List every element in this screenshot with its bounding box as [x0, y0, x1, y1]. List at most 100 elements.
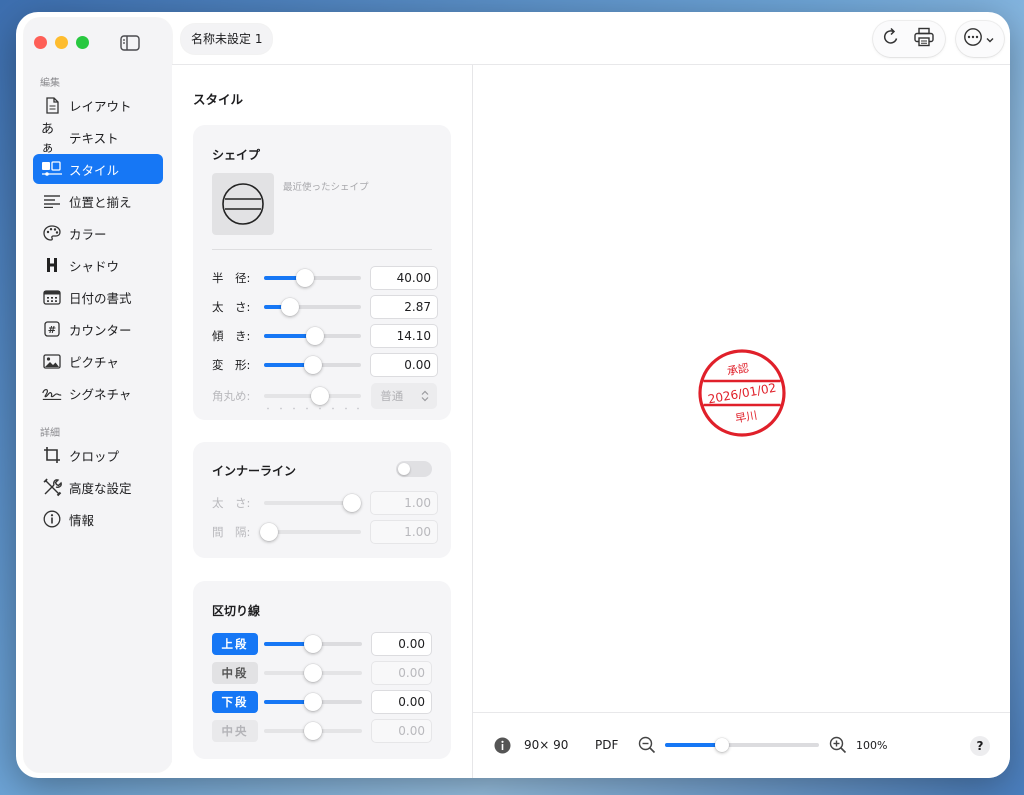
preview-canvas: 承認 2026/01/02 早川 [473, 65, 1010, 713]
sidebar-item-label: ピクチャ [69, 354, 119, 370]
thickness-label: 太 さ: [212, 300, 251, 314]
crop-icon [41, 446, 63, 464]
calendar-icon [41, 288, 63, 306]
innerline-spacing-slider[interactable] [259, 521, 362, 543]
sidebar-item-style[interactable]: スタイル [33, 154, 163, 184]
divider-bottom-slider[interactable] [264, 691, 362, 713]
divider-center-slider[interactable] [264, 720, 362, 742]
sidebar-item-label: クロップ [69, 448, 120, 464]
thickness-slider[interactable] [263, 296, 362, 318]
sidebar-item-shadow[interactable]: シャドウ [33, 250, 163, 280]
sidebar-item-label: スタイル [69, 162, 120, 178]
svg-text:#: # [48, 325, 56, 336]
window-controls [34, 36, 89, 49]
divider-middle-slider[interactable] [264, 662, 362, 684]
innerline-spacing-label: 間 隔: [212, 525, 251, 539]
corner-select[interactable]: 普通 [371, 383, 437, 409]
refresh-icon[interactable] [881, 27, 901, 51]
print-icon[interactable] [913, 27, 935, 51]
help-button[interactable]: ? [970, 736, 990, 756]
status-bar: 90× 90 PDF 100% ? [473, 712, 1010, 778]
shape-card-title: シェイプ [212, 148, 261, 162]
sidebar-item-label: 位置と揃え [69, 194, 132, 210]
divider-line-card-title: 区切り線 [212, 604, 261, 618]
divider-top-row: 上段 0.00 [212, 633, 437, 655]
sidebar-item-picture[interactable]: ピクチャ [33, 346, 163, 376]
app-window: 編集 レイアウト あぁ テキスト スタイル 位置と揃え カラー シャドウ 日付の… [16, 12, 1010, 778]
innerline-thickness-row: 太 さ: 1.00 [212, 492, 437, 514]
thickness-input[interactable]: 2.87 [371, 296, 437, 318]
minimize-button[interactable] [55, 36, 68, 49]
deform-input[interactable]: 0.00 [371, 354, 437, 376]
divider-top-input[interactable]: 0.00 [372, 633, 431, 655]
innerline-thickness-slider[interactable] [263, 492, 362, 514]
sidebar-item-label: 高度な設定 [69, 480, 132, 496]
tilt-input[interactable]: 14.10 [371, 325, 437, 347]
tilt-slider[interactable] [263, 325, 362, 347]
format-label: PDF [595, 738, 619, 752]
radius-row: 半 径: 40.00 [212, 267, 437, 289]
sidebar-item-color[interactable]: カラー [33, 218, 163, 248]
divider-top-button[interactable]: 上段 [212, 633, 258, 655]
align-left-icon [41, 192, 63, 210]
tilt-row: 傾 き: 14.10 [212, 325, 437, 347]
info-icon[interactable] [494, 737, 511, 757]
toolbar-group-actions [873, 21, 945, 57]
corner-label: 角丸め: [212, 389, 251, 403]
sidebar-item-counter[interactable]: # カウンター [33, 314, 163, 344]
sidebar-toggle-icon[interactable] [120, 35, 140, 51]
style-settings-panel: スタイル シェイプ 最近使ったシェイプ 半 径: 40.00 太 さ: 2.87… [172, 65, 473, 778]
more-menu-button[interactable] [956, 21, 1004, 57]
corner-slider[interactable] [263, 385, 362, 407]
zoom-slider[interactable] [665, 734, 819, 756]
sidebar-item-info[interactable]: 情報 [33, 504, 163, 534]
style-icon [41, 160, 63, 178]
innerline-toggle[interactable] [396, 461, 432, 477]
recent-shapes-label: 最近使ったシェイプ [283, 182, 369, 193]
divider-center-button[interactable]: 中央 [212, 720, 258, 742]
divider-bottom-input[interactable]: 0.00 [372, 691, 431, 713]
zoom-in-icon[interactable] [829, 736, 847, 757]
document-icon [41, 96, 63, 114]
circle-split-shape-icon [222, 183, 264, 225]
innerline-thickness-input[interactable]: 1.00 [371, 492, 437, 514]
close-button[interactable] [34, 36, 47, 49]
sidebar-item-advanced[interactable]: 高度な設定 [33, 472, 163, 502]
stamp-preview[interactable]: 承認 2026/01/02 早川 [697, 348, 787, 438]
sidebar-item-crop[interactable]: クロップ [33, 440, 163, 470]
sidebar-item-text[interactable]: あぁ テキスト [33, 122, 163, 156]
zoom-button[interactable] [76, 36, 89, 49]
thickness-row: 太 さ: 2.87 [212, 296, 437, 318]
hash-icon: # [41, 320, 63, 338]
divider-middle-row: 中段 0.00 [212, 662, 437, 684]
tilt-label: 傾 き: [212, 329, 251, 343]
size-readout: 90× 90 [524, 738, 569, 752]
zoom-out-icon[interactable] [638, 736, 656, 757]
document-tab[interactable]: 名称未設定 1 [181, 24, 273, 54]
radius-slider[interactable] [263, 267, 362, 289]
divider-middle-input[interactable]: 0.00 [372, 662, 431, 684]
more-icon [963, 27, 983, 51]
info-icon [41, 510, 63, 528]
deform-row: 変 形: 0.00 [212, 354, 437, 376]
sidebar-item-signature[interactable]: シグネチャ [33, 378, 163, 408]
innerline-card-title: インナーライン [212, 464, 297, 478]
deform-slider[interactable] [263, 354, 362, 376]
shape-thumbnail[interactable] [212, 173, 274, 235]
sidebar-item-position-align[interactable]: 位置と揃え [33, 186, 163, 216]
divider-top-slider[interactable] [264, 633, 362, 655]
radius-input[interactable]: 40.00 [371, 267, 437, 289]
shape-divider [212, 249, 432, 250]
palette-icon [41, 224, 63, 242]
innerline-spacing-input[interactable]: 1.00 [371, 521, 437, 543]
divider-middle-button[interactable]: 中段 [212, 662, 258, 684]
sidebar-item-label: レイアウト [69, 98, 132, 114]
wrench-screwdriver-icon [41, 478, 63, 497]
divider-bottom-button[interactable]: 下段 [212, 691, 258, 713]
sidebar-item-date-format[interactable]: 日付の書式 [33, 282, 163, 312]
divider-center-input[interactable]: 0.00 [372, 720, 431, 742]
sidebar-item-label: テキスト [69, 130, 119, 146]
shadow-icon [41, 256, 63, 274]
zoom-level: 100% [856, 739, 888, 752]
sidebar-item-layout[interactable]: レイアウト [33, 90, 163, 120]
